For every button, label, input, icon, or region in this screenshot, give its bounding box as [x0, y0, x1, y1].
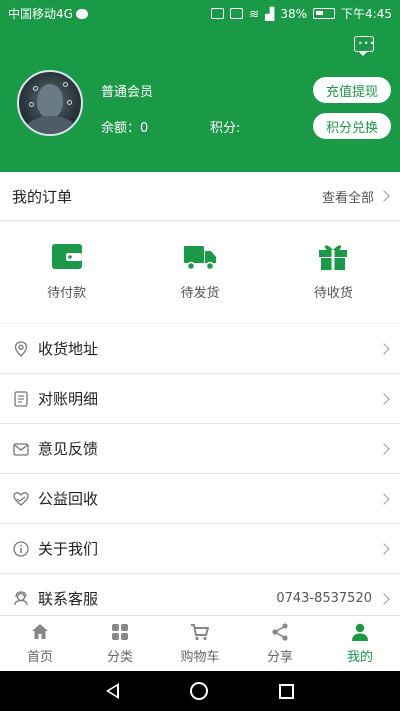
menu-item-label: 意见反馈	[38, 440, 99, 458]
recent-apps-icon[interactable]	[279, 683, 295, 699]
settings-menu: 收货地址 对账明细 意见反馈 公益回收 关于我们 联系客服 0743-85375…	[0, 324, 400, 624]
menu-item-label: 关于我们	[38, 540, 99, 558]
vibrate-icon	[211, 8, 225, 19]
signal-icon: ▟	[265, 6, 275, 21]
menu-item-label: 联系客服	[38, 590, 99, 608]
wallet-icon	[51, 244, 82, 269]
chevron-right-icon	[378, 442, 390, 455]
menu-item-label: 对账明细	[38, 390, 99, 408]
order-status-label: 待发货	[180, 286, 220, 301]
balance-text: 余额：0	[101, 121, 149, 136]
truck-icon	[183, 246, 216, 271]
order-status-label: 待付款	[47, 286, 87, 301]
gift-icon	[319, 245, 348, 270]
view-all-label: 查看全部	[321, 190, 374, 206]
view-all-orders[interactable]: 查看全部	[321, 187, 390, 206]
chat-notification-icon	[75, 8, 88, 19]
envelope-icon	[12, 440, 30, 458]
cart-icon	[191, 624, 210, 641]
menu-item-charity-recycling[interactable]: 公益回收	[0, 474, 400, 524]
home-circle-icon[interactable]	[189, 682, 208, 700]
heart-hands-icon	[12, 490, 30, 508]
wifi-icon: ≋	[249, 6, 260, 21]
home-icon	[32, 624, 48, 639]
chevron-right-icon	[378, 190, 390, 202]
order-pending-shipment[interactable]: 待发货	[133, 222, 266, 323]
menu-item-feedback[interactable]: 意见反馈	[0, 424, 400, 474]
tab-cart[interactable]: 购物车	[160, 616, 240, 671]
chevron-right-icon	[378, 342, 390, 355]
chevron-right-icon	[378, 592, 390, 605]
my-orders-title: 我的订单	[12, 187, 73, 206]
member-level: 普通会员	[101, 85, 154, 100]
tab-label: 我的	[346, 650, 373, 665]
chevron-right-icon	[378, 542, 390, 555]
recharge-withdraw-button[interactable]: 充值提现	[313, 77, 391, 103]
chevron-right-icon	[378, 492, 390, 505]
tab-label: 分享	[266, 650, 293, 665]
service-phone-number[interactable]: 0743-8537520	[276, 591, 372, 606]
avatar[interactable]	[17, 70, 83, 136]
receipt-icon	[12, 390, 30, 408]
location-pin-icon	[12, 340, 30, 358]
battery-icon	[313, 8, 336, 19]
chevron-right-icon	[378, 392, 390, 405]
battery-percent: 38%	[280, 6, 308, 21]
tab-mine[interactable]: 我的	[320, 616, 400, 671]
info-icon	[12, 540, 30, 558]
bottom-tab-bar: 首页 分类 购物车 分享 我的	[0, 615, 400, 671]
profile-header: ••• 普通会员 余额：0 积分: 充值提现 积分兑换	[0, 27, 400, 172]
points-exchange-button[interactable]: 积分兑换	[313, 113, 391, 139]
points-text: 积分:	[210, 121, 241, 136]
status-bar: 中国移动4G ≋ ▟ 38% 下午4:45	[0, 0, 400, 27]
order-status-label: 待收货	[313, 286, 353, 301]
tab-category[interactable]: 分类	[80, 616, 160, 671]
back-icon[interactable]	[105, 683, 119, 699]
order-pending-receipt[interactable]: 待收货	[267, 222, 400, 323]
tab-label: 分类	[106, 650, 133, 665]
my-orders-row[interactable]: 我的订单 查看全部	[0, 172, 400, 221]
menu-item-statement[interactable]: 对账明细	[0, 374, 400, 424]
system-nav-bar	[0, 671, 400, 711]
menu-item-shipping-address[interactable]: 收货地址	[0, 324, 400, 374]
tab-share[interactable]: 分享	[240, 616, 320, 671]
menu-item-about-us[interactable]: 关于我们	[0, 524, 400, 574]
tab-label: 购物车	[180, 650, 220, 665]
tab-label: 首页	[26, 650, 53, 665]
menu-item-label: 收货地址	[38, 340, 99, 358]
order-status-bar: 待付款 待发货 待收货	[0, 222, 400, 323]
message-icon[interactable]: •••	[354, 36, 374, 56]
share-icon	[272, 623, 288, 641]
clock: 下午4:45	[341, 7, 392, 21]
menu-item-label: 公益回收	[38, 490, 99, 508]
carrier-text: 中国移动4G	[8, 7, 73, 21]
order-pending-payment[interactable]: 待付款	[0, 222, 133, 323]
headset-icon	[12, 590, 30, 608]
hd-icon	[230, 8, 244, 19]
tab-home[interactable]: 首页	[0, 616, 80, 671]
user-icon	[352, 623, 368, 641]
grid-icon	[112, 624, 128, 640]
